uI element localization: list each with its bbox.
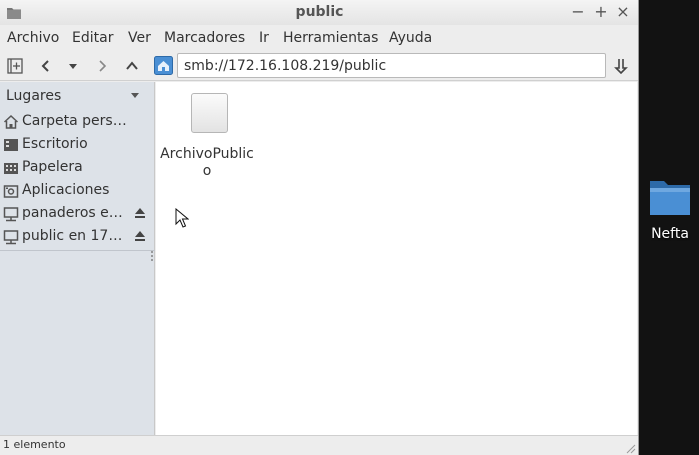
sidebar-item-applications[interactable]: Aplicaciones bbox=[0, 180, 155, 203]
eject-icon[interactable] bbox=[134, 206, 146, 220]
generic-file-icon bbox=[191, 93, 228, 133]
eject-icon[interactable] bbox=[134, 229, 146, 243]
places-sidebar: Lugares Carpeta personal Escritorio bbox=[0, 82, 155, 435]
menu-ver[interactable]: Ver bbox=[128, 30, 151, 46]
new-tab-icon bbox=[7, 58, 23, 74]
close-button[interactable]: × bbox=[614, 3, 632, 21]
sidebar-item-desktop[interactable]: Escritorio bbox=[0, 134, 155, 157]
sidebar-item-label: panaderos en 172.16.108.219 bbox=[22, 205, 130, 221]
sidebar-header[interactable]: Lugares bbox=[0, 82, 155, 108]
sidebar-item-label: public en 172.16.108.219 bbox=[22, 228, 130, 244]
location-bar[interactable]: smb://172.16.108.219/public bbox=[177, 53, 606, 78]
window-title: public bbox=[295, 4, 344, 20]
sidebar-item-public[interactable]: public en 172.16.108.219 bbox=[0, 226, 155, 249]
file-manager-window: public − + × Archivo Editar Ver Marcador… bbox=[0, 0, 639, 455]
status-text: 1 elemento bbox=[3, 438, 66, 451]
desktop-icon-label: Nefta bbox=[651, 226, 689, 242]
menu-ir[interactable]: Ir bbox=[259, 30, 269, 46]
file-name: ArchivoPublico bbox=[160, 146, 254, 179]
forward-button[interactable] bbox=[91, 55, 113, 77]
sidebar-divider bbox=[0, 250, 155, 251]
file-item[interactable]: ArchivoPublico bbox=[160, 90, 254, 179]
sidebar-item-home[interactable]: Carpeta personal bbox=[0, 111, 155, 134]
sidebar-item-label: Papelera bbox=[22, 159, 83, 175]
sidebar-item-panaderos[interactable]: panaderos en 172.16.108.219 bbox=[0, 203, 155, 226]
history-dropdown-icon bbox=[69, 64, 77, 69]
back-button[interactable] bbox=[35, 55, 57, 77]
minimize-button[interactable]: − bbox=[569, 3, 587, 21]
title-bar[interactable]: public − + × bbox=[0, 0, 638, 25]
maximize-button[interactable]: + bbox=[592, 3, 610, 21]
history-dropdown-button[interactable] bbox=[62, 55, 84, 77]
go-icon bbox=[614, 59, 628, 74]
sidebar-item-label: Escritorio bbox=[22, 136, 88, 152]
menu-marcadores[interactable]: Marcadores bbox=[164, 30, 245, 46]
status-bar: 1 elemento bbox=[0, 435, 638, 455]
back-icon bbox=[41, 60, 49, 72]
menu-ayuda[interactable]: Ayuda bbox=[389, 30, 432, 46]
sidebar-item-label: Carpeta personal bbox=[22, 113, 130, 129]
menu-archivo[interactable]: Archivo bbox=[7, 30, 59, 46]
up-icon bbox=[126, 61, 138, 70]
desktop-icon bbox=[4, 139, 18, 151]
up-button[interactable] bbox=[121, 55, 143, 77]
resize-corner-icon[interactable] bbox=[624, 442, 636, 454]
go-button[interactable] bbox=[610, 55, 632, 77]
resize-grip-icon[interactable] bbox=[150, 250, 154, 262]
home-icon bbox=[3, 114, 19, 129]
menu-editar[interactable]: Editar bbox=[72, 30, 113, 46]
trash-icon bbox=[4, 163, 18, 174]
applications-icon bbox=[3, 185, 19, 198]
sidebar-item-label: Aplicaciones bbox=[22, 182, 110, 198]
network-drive-icon bbox=[3, 230, 19, 245]
file-view[interactable]: ArchivoPublico bbox=[156, 82, 637, 435]
folder-home-icon bbox=[154, 56, 173, 75]
desktop-icon-nefta[interactable]: Nefta bbox=[642, 178, 698, 248]
menu-bar: Archivo Editar Ver Marcadores Ir Herrami… bbox=[0, 25, 638, 51]
mouse-pointer-icon bbox=[175, 208, 189, 228]
sidebar-header-label: Lugares bbox=[6, 88, 62, 104]
folder-icon bbox=[650, 181, 690, 215]
sidebar-item-trash[interactable]: Papelera bbox=[0, 157, 155, 180]
toolbar: smb://172.16.108.219/public bbox=[0, 51, 638, 81]
new-tab-button[interactable] bbox=[4, 55, 26, 77]
forward-icon bbox=[99, 60, 107, 72]
menu-herramientas[interactable]: Herramientas bbox=[283, 30, 378, 46]
chevron-down-icon[interactable] bbox=[131, 93, 139, 98]
network-drive-icon bbox=[3, 207, 19, 222]
